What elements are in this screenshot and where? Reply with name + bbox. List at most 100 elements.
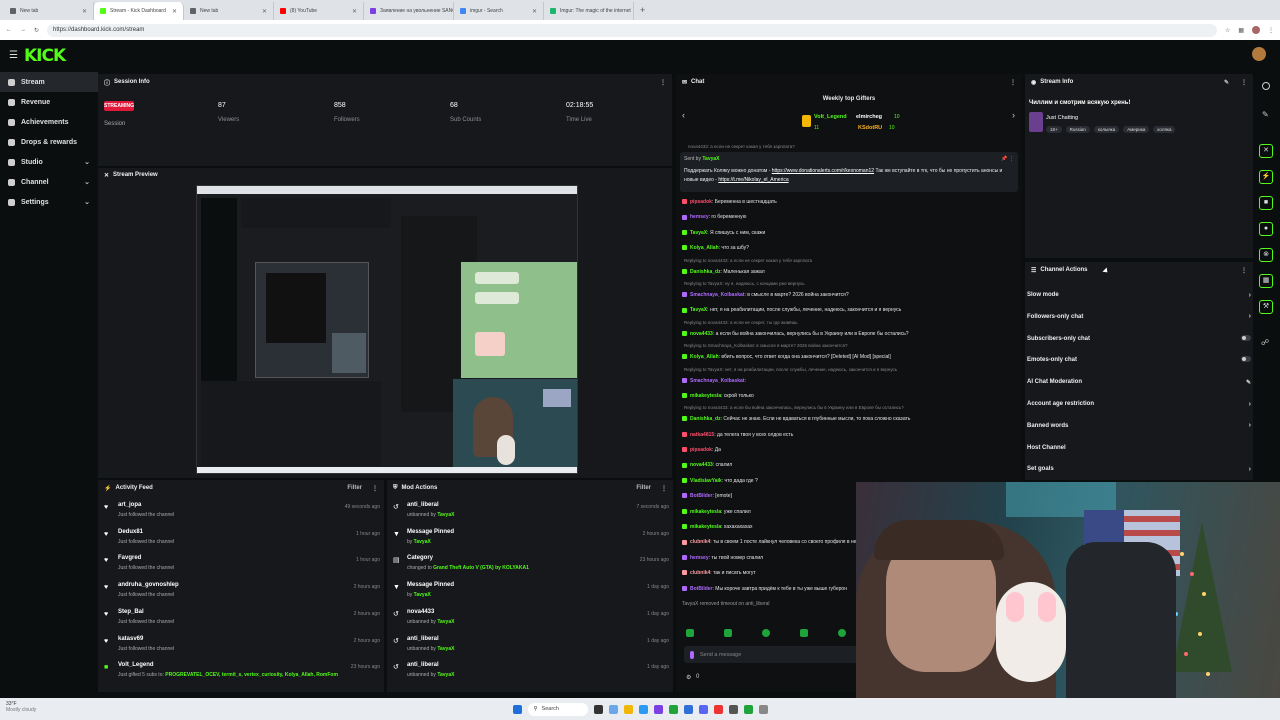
mod-filter-button[interactable]: Filter [636,485,651,491]
mod-action-name[interactable]: nova4433 [407,609,434,615]
chat-message[interactable]: hemsey: го беременную [676,210,1022,225]
obs-icon[interactable] [713,704,723,714]
channel-actions-more-icon[interactable]: ⋮ [1241,267,1247,274]
stream-tag[interactable]: колыяка [1093,126,1120,133]
discord-icon[interactable] [698,704,708,714]
activity-item[interactable]: ♥ art_jopa Just followed the channel 49 sec… [104,502,380,528]
taskbar-search[interactable]: ⚲ Search [527,702,588,716]
chat-message[interactable]: mikakeytesla: скрой только [676,389,1022,404]
url-field[interactable]: https://dashboard.kick.com/stream [47,23,1217,37]
emote-icon[interactable] [838,629,846,637]
chat-message[interactable]: Kolya_Allah: что за шбу? [676,241,1022,256]
emote-icon[interactable] [800,629,808,637]
chat-message[interactable]: Smachnaya_Kolbaskat: в смысле в марте? 2… [676,288,1022,303]
chevron-right-icon[interactable]: › [1249,313,1251,320]
chat-settings-icon[interactable]: ⚙ [686,674,691,681]
chrome-icon[interactable] [668,704,678,714]
kick-logo[interactable]: KICK [24,46,66,66]
chat-username[interactable]: TavyaX [690,230,707,236]
chat-message[interactable]: Danishka_dz: Маленькая зажал [676,265,1022,280]
windows-start-icon[interactable] [512,704,522,714]
sidebar-item-revenue[interactable]: Revenue [0,92,98,112]
stream-tag[interactable]: 18+ [1046,126,1062,133]
chat-message[interactable]: pipsadok: Беременна в шестнадцать [676,195,1022,210]
pin-icon[interactable]: 📌 ⋮ [1001,156,1014,162]
hamburger-menu-icon[interactable]: ☰ [9,50,18,61]
extensions-icon[interactable]: ▦ [1238,27,1244,34]
chat-username[interactable]: Kolya_Allah [690,245,719,251]
chat-more-icon[interactable]: ⋮ [1010,79,1016,86]
mod-action-item[interactable]: ↺ anti_liberal unbanned by TavyaX 1 day ago [393,662,669,688]
chat-username[interactable]: mikakeytesla [690,509,721,515]
edit-icon[interactable]: ✎ [1224,79,1229,86]
chat-username[interactable]: natka4815 [690,432,714,438]
activity-username[interactable]: katasv69 [118,636,143,642]
activity-more-icon[interactable]: ⋮ [372,485,378,492]
chat-username[interactable]: hemsey [690,555,709,561]
stream-preview-video[interactable] [196,185,578,474]
mod-action-name[interactable]: Message Pinned [407,529,454,535]
channel-action-slow-mode[interactable]: Slow mode › [1027,284,1251,306]
chat-username[interactable]: pipsadok [690,199,712,205]
gifter-3-name[interactable]: KSdotRU [858,125,882,131]
channel-action-emotes-only-chat[interactable]: Emotes-only chat [1027,349,1251,371]
chat-username[interactable]: nova4433 [690,331,713,337]
activity-filter-button[interactable]: Filter [347,485,362,491]
chevron-right-icon[interactable]: › [1249,422,1251,429]
chat-username[interactable]: TavyaX [690,307,707,313]
toggle-switch[interactable] [1241,334,1251,343]
browser-menu-icon[interactable]: ⋮ [1268,27,1274,34]
back-icon[interactable]: ← [6,27,12,33]
channel-action-followers-only-chat[interactable]: Followers-only chat › [1027,306,1251,328]
mod-more-icon[interactable]: ⋮ [661,485,667,492]
activity-item[interactable]: ♥ katasv69 Just followed the channel 2 hour… [104,636,380,662]
profile-icon[interactable] [1252,26,1260,34]
tab-close-icon[interactable]: ✕ [172,8,177,15]
mod-action-item[interactable]: ↺ anti_liberal unbanned by TavyaX 1 day ago [393,636,669,662]
widgets-icon[interactable] [608,704,618,714]
pinned-message[interactable]: Sent by TavyaX 📌 ⋮ Поддержать Коляку можн… [680,152,1018,192]
chat-username[interactable]: Smachnaya_Kolbaskat [690,378,744,384]
activity-username[interactable]: Favgred [118,555,141,561]
gifters-next-icon[interactable]: › [1012,110,1015,120]
pencil-icon[interactable]: ✎ [1262,110,1269,119]
tab-close-icon[interactable]: ✕ [262,8,267,15]
bolt-action-icon[interactable]: ⚡ [1259,170,1273,184]
activity-item[interactable]: ♥ andruha_govnoshlep Just followed the cha… [104,582,380,608]
chat-username[interactable]: Smachnaya_Kolbaskat [690,292,744,298]
chat-username[interactable]: Kolya_Allah [690,354,719,360]
app-icon[interactable] [743,704,753,714]
circle-icon[interactable] [1262,82,1270,90]
app-icon[interactable] [653,704,663,714]
activity-username[interactable]: Volt_Legend [118,662,154,668]
chat-message[interactable]: Smachnaya_Kolbaskat: [676,374,1022,389]
sidebar-item-achievements[interactable]: Achievements [0,112,98,132]
mod-action-item[interactable]: ▼ Message Pinned by TavyaX 1 day ago [393,582,669,608]
edge-icon[interactable] [638,704,648,714]
chat-username[interactable]: VladislavYaik [690,478,722,484]
task-view-icon[interactable] [593,704,603,714]
activity-username[interactable]: andruha_govnoshlep [118,582,179,588]
channel-action-banned-words[interactable]: Banned words › [1027,415,1251,437]
emote-icon[interactable] [762,629,770,637]
chat-username[interactable]: clubnik4 [690,570,710,576]
chat-message[interactable]: TavyaX: Я спишусь с ним, скажи [676,226,1022,241]
app-icon[interactable] [728,704,738,714]
channel-action-host-channel[interactable]: Host Channel [1027,437,1251,459]
mod-action-name[interactable]: Category [407,555,433,561]
channel-action-subscribers-only-chat[interactable]: Subscribers-only chat [1027,328,1251,350]
chat-message[interactable]: natka4815: да телега твоя у всех олдов е… [676,428,1022,443]
activity-item[interactable]: ♥ Favgred Just followed the channel 1 hour … [104,555,380,581]
sidebar-item-settings[interactable]: Settings ⌄ [0,192,98,212]
reload-icon[interactable]: ↻ [34,27,39,34]
chat-message[interactable]: nova4433: а если бы война закончилась, в… [676,327,1022,342]
sidebar-item-stream[interactable]: Stream [0,72,98,92]
chat-username[interactable]: Danishka_dz [690,416,721,422]
edit-icon[interactable]: ✎ [1246,379,1251,386]
close-action-icon[interactable]: ✕ [1259,144,1273,158]
chat-message[interactable]: Danishka_dz: Сейчас не знаю. Если не вда… [676,412,1022,427]
chat-username[interactable]: pipsadok [690,447,712,453]
chat-username[interactable]: clubnik4 [690,539,710,545]
tab-close-icon[interactable]: ✕ [532,8,537,15]
browser-tab[interactable]: imgur - Search ✕ [454,2,544,20]
